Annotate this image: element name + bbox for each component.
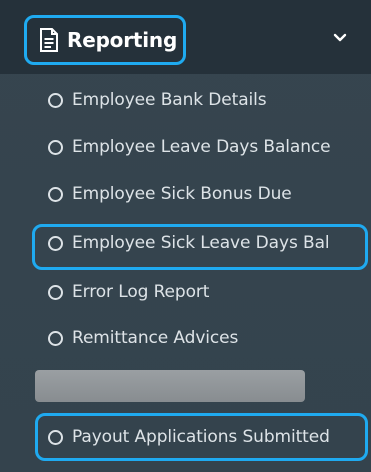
circle-icon (48, 429, 63, 445)
menu-item-label: Employee Sick Leave Days Bal (72, 233, 330, 253)
chevron-down-icon[interactable] (333, 33, 347, 43)
menu-item-remittance-advices[interactable]: Remittance Advices (48, 322, 238, 354)
menu-item-employee-bank-details[interactable]: Employee Bank Details (48, 84, 267, 116)
menu-item-label: Error Log Report (72, 282, 210, 302)
menu-item-label: Employee Sick Bonus Due (72, 184, 292, 204)
menu-header-label: Reporting (67, 28, 178, 52)
menu-item-label: Employee Leave Days Balance (72, 137, 331, 157)
menu-item-employee-sick-bonus-due[interactable]: Employee Sick Bonus Due (48, 178, 292, 210)
reporting-menu-toggle[interactable]: Reporting (24, 15, 186, 65)
reporting-menu: Reporting Employee Bank Details Employee… (0, 0, 371, 472)
circle-icon (48, 330, 63, 346)
circle-icon (48, 284, 63, 300)
menu-item-label: Employee Bank Details (72, 90, 267, 110)
menu-item-error-log-report[interactable]: Error Log Report (48, 276, 209, 308)
circle-icon (48, 139, 63, 155)
circle-icon (48, 186, 63, 202)
menu-header: Reporting (0, 0, 371, 74)
document-icon (40, 28, 58, 52)
redacted-menu-item (35, 370, 305, 402)
menu-item-payout-applications-submitted[interactable]: Payout Applications Submitted (48, 421, 330, 453)
menu-item-label: Payout Applications Submitted (72, 427, 330, 447)
menu-item-employee-sick-leave-days-bal[interactable]: Employee Sick Leave Days Bal (48, 227, 330, 259)
menu-item-employee-leave-days-balance[interactable]: Employee Leave Days Balance (48, 131, 331, 163)
circle-icon (48, 235, 63, 251)
circle-icon (48, 92, 63, 108)
menu-item-label: Remittance Advices (72, 328, 239, 348)
